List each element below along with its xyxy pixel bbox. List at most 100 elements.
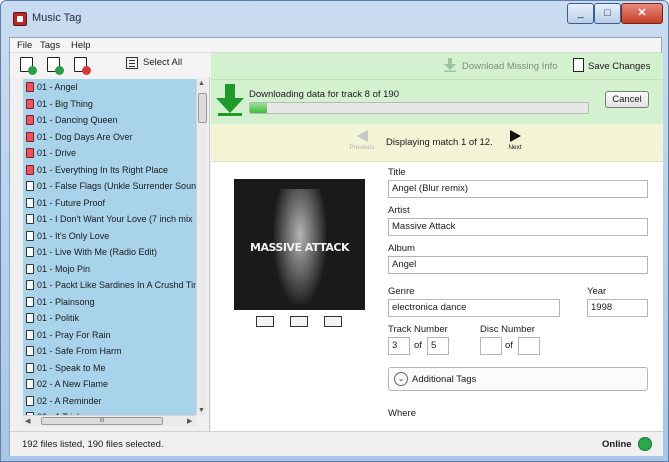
track-number-field[interactable]: 3: [388, 337, 410, 355]
file-icon: [26, 164, 34, 175]
select-all-button[interactable]: Select All: [126, 57, 182, 69]
artist-label: Artist: [388, 205, 410, 216]
file-icon: [26, 296, 34, 307]
chevron-down-icon: ⌄: [394, 372, 408, 386]
genre-label: Genre: [388, 286, 415, 297]
refresh-files-icon[interactable]: [20, 57, 37, 75]
file-list-item[interactable]: 01 - Safe From Harm: [23, 343, 196, 360]
file-list-horizontal-scrollbar[interactable]: ◀ III ▶: [23, 415, 196, 426]
load-cover-icon[interactable]: [290, 316, 308, 327]
title-bar: Music Tag _ □ ✕: [1, 1, 668, 33]
tag-editor-panel: Download Missing Info Save Changes Downl…: [211, 53, 663, 431]
next-label: Next: [508, 144, 522, 151]
file-list-item[interactable]: 01 - Dog Days Are Over: [23, 129, 196, 146]
file-list-item[interactable]: 01 - Future Proof: [23, 195, 196, 212]
scroll-left-arrow-icon[interactable]: ◀: [25, 417, 30, 425]
file-list[interactable]: 01 - Angel 01 - Big Thing 01 - Dancing Que…: [23, 79, 196, 415]
album-field[interactable]: Angel: [388, 256, 648, 274]
download-cover-icon[interactable]: [256, 316, 274, 327]
download-progress-bar: [249, 102, 589, 114]
file-list-item[interactable]: 01 - Pray For Rain: [23, 327, 196, 344]
window-title: Music Tag: [32, 12, 82, 24]
client-area: File Tags Help Select All 01 - Angel 01 -…: [9, 37, 663, 456]
file-list-item[interactable]: 01 - Big Thing: [23, 96, 196, 113]
previous-match-button[interactable]: Previous: [348, 130, 376, 151]
file-list-item[interactable]: 01 - Politik: [23, 310, 196, 327]
next-match-button[interactable]: Next: [501, 130, 529, 151]
file-list-item[interactable]: 01 - Drive: [23, 145, 196, 162]
track-number-label: Track Number: [388, 324, 448, 335]
file-name: 01 - Future Proof: [37, 197, 106, 208]
disc-number-label: Disc Number: [480, 324, 535, 335]
track-total-field[interactable]: 5: [427, 337, 449, 355]
file-icon: [26, 214, 34, 224]
app-window: Music Tag _ □ ✕ File Tags Help Select Al…: [0, 0, 669, 462]
file-list-item[interactable]: 01 - Packt Like Sardines In A Crushd Tin: [23, 277, 196, 294]
editor-toolbar: Download Missing Info Save Changes: [211, 53, 663, 80]
file-list-item[interactable]: 02 - A New Flame: [23, 376, 196, 393]
artist-field[interactable]: Massive Attack: [388, 218, 648, 236]
menu-bar: File Tags Help: [10, 38, 661, 53]
year-field[interactable]: 1998: [587, 299, 648, 317]
menu-tags[interactable]: Tags: [40, 40, 60, 51]
file-toolbar: Select All: [10, 53, 210, 77]
album-label: Album: [388, 243, 415, 254]
file-icon: [26, 181, 34, 191]
maximize-button[interactable]: □: [594, 3, 621, 24]
file-icon: [26, 362, 34, 373]
disc-total-field[interactable]: [518, 337, 540, 355]
vertical-scroll-thumb[interactable]: [198, 93, 207, 123]
file-list-item[interactable]: 01 - I Don't Want Your Love (7 inch mix: [23, 211, 196, 228]
file-list-item[interactable]: 01 - Dancing Queen: [23, 112, 196, 129]
file-icon: [26, 280, 34, 290]
file-name: 01 - Safe From Harm: [37, 346, 122, 356]
file-name: 01 - Mojo Pin: [37, 263, 91, 274]
file-icon: [26, 346, 34, 356]
file-icon: [26, 148, 34, 158]
additional-tags-expander[interactable]: ⌄ Additional Tags: [388, 367, 648, 391]
close-button[interactable]: ✕: [621, 3, 663, 24]
menu-file[interactable]: File: [17, 40, 32, 51]
scroll-up-arrow-icon[interactable]: ▲: [198, 80, 205, 87]
file-name: 01 - Packt Like Sardines In A Crushd Tin: [37, 280, 196, 290]
file-icon: [26, 247, 34, 257]
menu-help[interactable]: Help: [71, 40, 91, 51]
match-status-text: Displaying match 1 of 12.: [386, 137, 493, 148]
remove-files-icon[interactable]: [74, 57, 91, 75]
title-field[interactable]: Angel (Blur remix): [388, 180, 648, 198]
progress-status-text: Downloading data for track 8 of 190: [249, 89, 399, 100]
file-icon: [26, 329, 34, 340]
file-name: 01 - Speak to Me: [37, 362, 106, 373]
previous-label: Previous: [349, 144, 375, 151]
file-list-item[interactable]: 01 - Live With Me (Radio Edit): [23, 244, 196, 261]
file-icon: [26, 313, 34, 323]
file-list-item[interactable]: 01 - Speak to Me: [23, 360, 196, 377]
file-list-item[interactable]: 02 - A Reminder: [23, 393, 196, 410]
file-list-item[interactable]: 01 - Everything In Its Right Place: [23, 162, 196, 179]
download-missing-info-button[interactable]: Download Missing Info: [462, 61, 558, 72]
file-icon: [26, 230, 34, 241]
minimize-button[interactable]: _: [567, 3, 594, 24]
file-list-item[interactable]: 01 - Angel: [23, 79, 196, 96]
file-name: 01 - Dog Days Are Over: [37, 131, 133, 142]
add-files-icon[interactable]: [47, 57, 64, 75]
cancel-button[interactable]: Cancel: [605, 91, 649, 108]
file-list-vertical-scrollbar[interactable]: ▲ ▼: [196, 79, 207, 415]
genre-field[interactable]: electronica dance: [388, 299, 560, 317]
file-list-item[interactable]: 01 - False Flags (Unkle Surrender Sounds: [23, 178, 196, 195]
file-name: 01 - I Don't Want Your Love (7 inch mix: [37, 214, 193, 224]
file-name: 01 - Dancing Queen: [37, 115, 118, 125]
save-changes-button[interactable]: Save Changes: [588, 61, 650, 72]
file-icon: [26, 395, 34, 406]
file-list-item[interactable]: 01 - Plainsong: [23, 294, 196, 311]
file-icon: [26, 98, 34, 109]
file-list-item[interactable]: 01 - It's Only Love: [23, 228, 196, 245]
file-list-item[interactable]: 01 - Mojo Pin: [23, 261, 196, 278]
scroll-down-arrow-icon[interactable]: ▼: [198, 407, 205, 414]
next-arrow-icon: [509, 130, 521, 142]
file-name: 01 - Politik: [37, 313, 80, 323]
remove-cover-icon[interactable]: [324, 316, 342, 327]
horizontal-scroll-thumb[interactable]: III: [41, 417, 163, 425]
disc-number-field[interactable]: [480, 337, 502, 355]
scroll-right-arrow-icon[interactable]: ▶: [187, 417, 192, 425]
